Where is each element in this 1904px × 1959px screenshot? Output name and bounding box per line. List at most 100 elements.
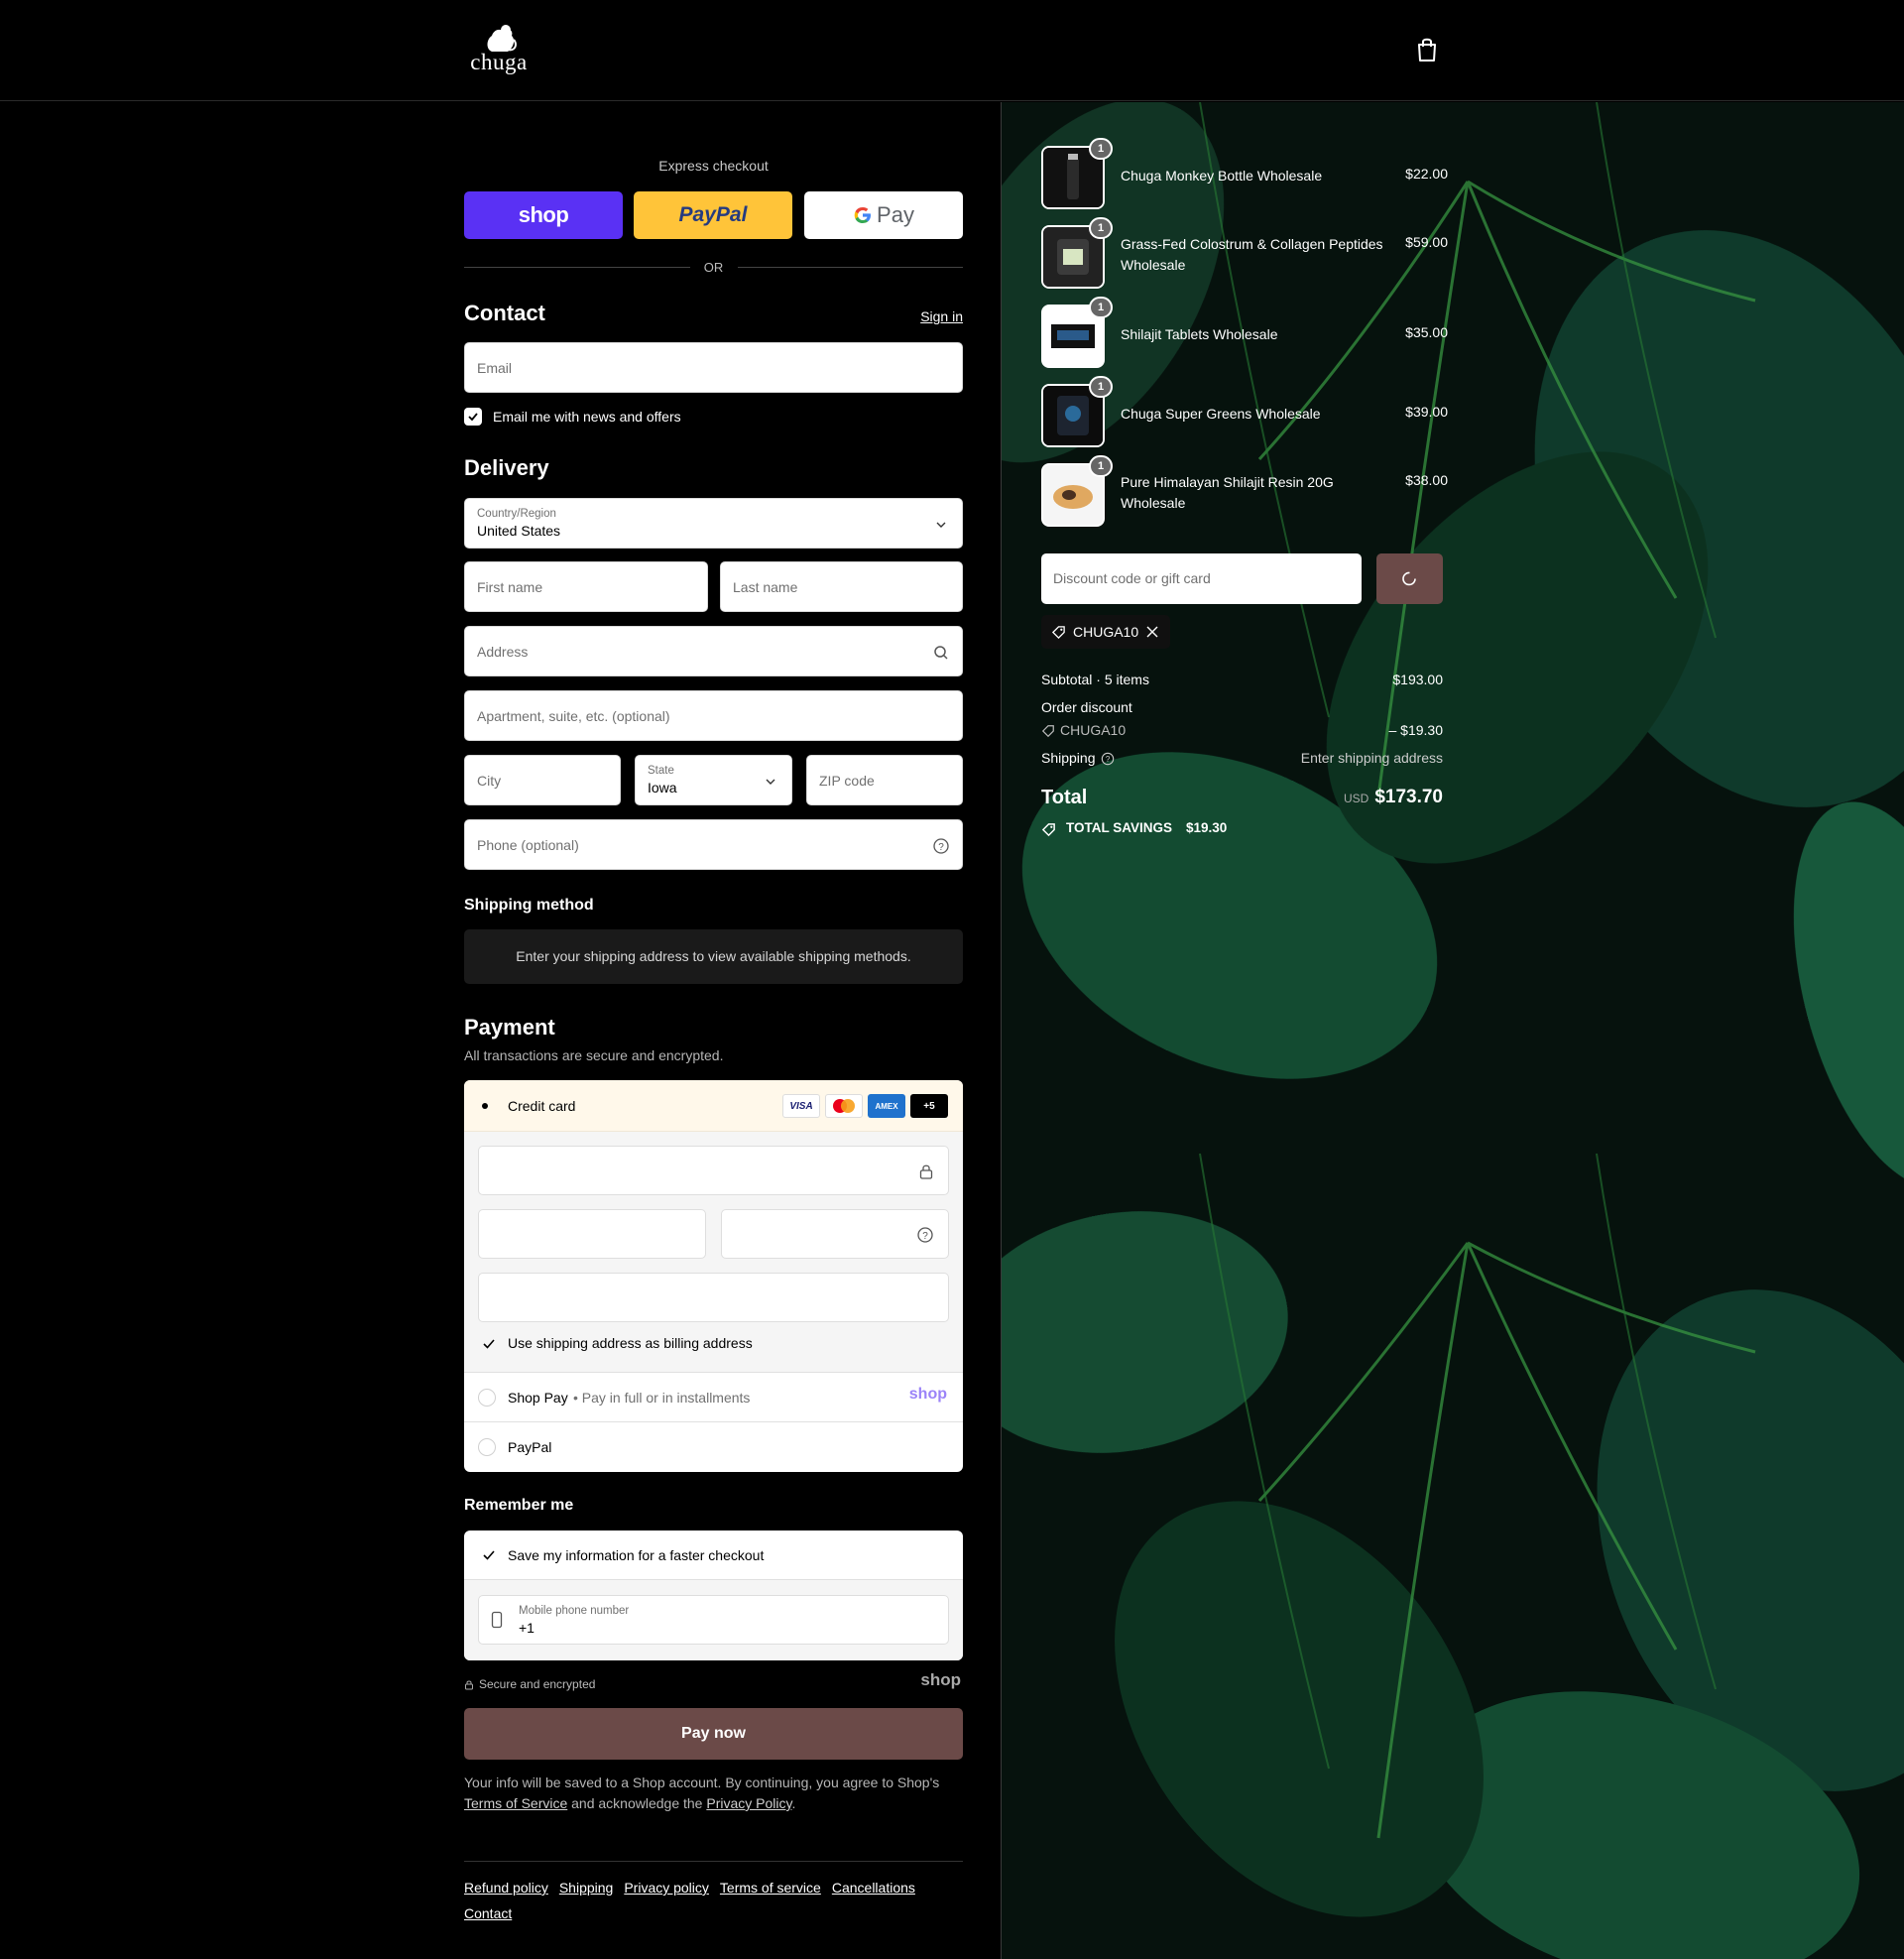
privacy-policy-link[interactable]: Privacy Policy: [706, 1795, 791, 1811]
applied-code: CHUGA10: [1073, 624, 1139, 640]
sign-in-link[interactable]: Sign in: [920, 308, 963, 324]
apply-discount-button[interactable]: [1376, 553, 1443, 604]
item-price: $59.00: [1405, 234, 1448, 250]
cart-item: 1 Pure Himalayan Shilajit Resin 20G Whol…: [1041, 455, 1448, 527]
shipping-method-message: Enter your shipping address to view avai…: [464, 929, 963, 984]
tag-icon: [1041, 823, 1055, 837]
payment-subtitle: All transactions are secure and encrypte…: [464, 1047, 724, 1063]
lock-icon: [919, 1164, 933, 1179]
quantity-badge: 1: [1089, 455, 1113, 477]
google-pay-button[interactable]: Pay: [804, 191, 963, 239]
name-on-card-field[interactable]: [478, 1273, 949, 1322]
more-cards-badge: +5: [910, 1094, 948, 1118]
billing-checkbox[interactable]: [482, 1337, 496, 1351]
paypal-button[interactable]: PayPal: [634, 191, 792, 239]
cart-item: 1 Chuga Monkey Bottle Wholesale $22.00: [1041, 138, 1448, 209]
quantity-badge: 1: [1089, 217, 1113, 239]
legal-text: Your info will be saved to a Shop accoun…: [464, 1775, 940, 1811]
security-code-field[interactable]: ?: [721, 1209, 949, 1259]
contact-link[interactable]: Contact: [464, 1900, 512, 1926]
news-checkbox[interactable]: [464, 408, 482, 426]
paypal-radio[interactable]: [478, 1438, 496, 1456]
search-icon: [934, 646, 948, 660]
cart-item: 1 Chuga Super Greens Wholesale $39.00: [1041, 376, 1448, 447]
brand-wordmark: cһuga: [470, 50, 528, 74]
last-name-field[interactable]: Last name: [720, 561, 963, 612]
state-select[interactable]: State Iowa: [635, 755, 792, 805]
quantity-badge: 1: [1089, 376, 1113, 398]
save-info-checkbox[interactable]: [482, 1548, 496, 1562]
billing-label: Use shipping address as billing address: [508, 1335, 753, 1351]
cancellations-link[interactable]: Cancellations: [832, 1875, 915, 1900]
card-number-field[interactable]: [478, 1146, 949, 1195]
tag-icon: [1051, 626, 1065, 640]
expiration-field[interactable]: [478, 1209, 706, 1259]
item-price: $35.00: [1405, 324, 1448, 340]
refund-policy-link[interactable]: Refund policy: [464, 1875, 548, 1900]
shop-pay-button[interactable]: shop: [464, 191, 623, 239]
remove-discount-icon[interactable]: [1146, 626, 1158, 638]
total-row: Total USD $173.70: [1041, 787, 1443, 808]
zip-field[interactable]: ZIP code: [806, 755, 963, 805]
or-divider: OR: [464, 257, 963, 277]
phone-field[interactable]: Phone (optional) ?: [464, 819, 963, 870]
save-info-row[interactable]: Save my information for a faster checkou…: [464, 1530, 963, 1580]
email-field[interactable]: Email: [464, 342, 963, 393]
shipping-link[interactable]: Shipping: [559, 1875, 614, 1900]
discount-code-input[interactable]: Discount code or gift card: [1041, 553, 1362, 604]
item-price: $22.00: [1405, 166, 1448, 182]
item-name: Pure Himalayan Shilajit Resin 20G Wholes…: [1121, 474, 1334, 511]
delivery-title: Delivery: [464, 455, 549, 480]
chevron-down-icon: [766, 779, 775, 785]
mobile-phone-icon: [491, 1611, 503, 1629]
card-details: ? Use shipping address as billing addres…: [464, 1132, 963, 1373]
cart-item: 1 Grass-Fed Colostrum & Collagen Peptide…: [1041, 217, 1448, 289]
google-g-icon: [854, 207, 872, 223]
item-price: $38.00: [1405, 472, 1448, 488]
news-label: Email me with news and offers: [493, 409, 681, 425]
svg-text:?: ?: [922, 1231, 928, 1242]
contact-title: Contact: [464, 301, 545, 325]
item-name: Grass-Fed Colostrum & Collagen Peptides …: [1121, 236, 1383, 273]
shop-pay-option[interactable]: Shop Pay • Pay in full or in installment…: [464, 1373, 963, 1422]
help-icon[interactable]: ?: [932, 837, 950, 855]
amex-icon: AMEX: [868, 1094, 905, 1118]
order-discount-row: Order discount: [1041, 699, 1132, 715]
shop-pay-radio[interactable]: [478, 1389, 496, 1407]
svg-text:?: ?: [1106, 755, 1111, 764]
brand-logo[interactable]: cһuga: [464, 22, 534, 74]
paypal-option[interactable]: PayPal: [464, 1422, 963, 1472]
help-icon[interactable]: ?: [1101, 752, 1115, 766]
applied-discount-tag: CHUGA10: [1041, 615, 1170, 649]
address-field[interactable]: Address: [464, 626, 963, 676]
chevron-down-icon: [936, 522, 946, 528]
terms-of-service-footer-link[interactable]: Terms of service: [720, 1875, 821, 1900]
express-checkout-title: Express checkout: [658, 158, 769, 174]
shopping-bag-icon[interactable]: [1414, 36, 1440, 63]
currency-code: USD: [1343, 792, 1369, 805]
visa-icon: VISA: [782, 1094, 820, 1118]
country-select[interactable]: Country/Region United States: [464, 498, 963, 549]
spinner-icon: [1402, 571, 1416, 586]
item-name: Chuga Monkey Bottle Wholesale: [1121, 168, 1323, 184]
site-header: cһuga: [0, 0, 1904, 101]
footer-divider: [464, 1861, 963, 1862]
help-icon[interactable]: ?: [916, 1226, 934, 1244]
city-field[interactable]: City: [464, 755, 621, 805]
jungle-background: [1002, 102, 1904, 1959]
first-name-field[interactable]: First name: [464, 561, 708, 612]
payment-methods: Credit card VISA AMEX +5 ? Use shipping …: [464, 1080, 963, 1472]
mastercard-icon: [825, 1094, 863, 1118]
remember-me-box: Save my information for a faster checkou…: [464, 1530, 963, 1660]
privacy-policy-footer-link[interactable]: Privacy policy: [624, 1875, 709, 1900]
check-icon: [468, 413, 478, 422]
credit-card-option[interactable]: Credit card VISA AMEX +5: [464, 1080, 963, 1132]
mobile-phone-field[interactable]: Mobile phone number +1: [478, 1595, 949, 1645]
shipping-method-title: Shipping method: [464, 897, 594, 914]
pay-now-button[interactable]: Pay now: [464, 1708, 963, 1760]
payment-title: Payment: [464, 1015, 555, 1040]
terms-of-service-link[interactable]: Terms of Service: [464, 1795, 567, 1811]
apartment-field[interactable]: Apartment, suite, etc. (optional): [464, 690, 963, 741]
item-price: $39.00: [1405, 404, 1448, 420]
remember-me-title: Remember me: [464, 1497, 574, 1514]
